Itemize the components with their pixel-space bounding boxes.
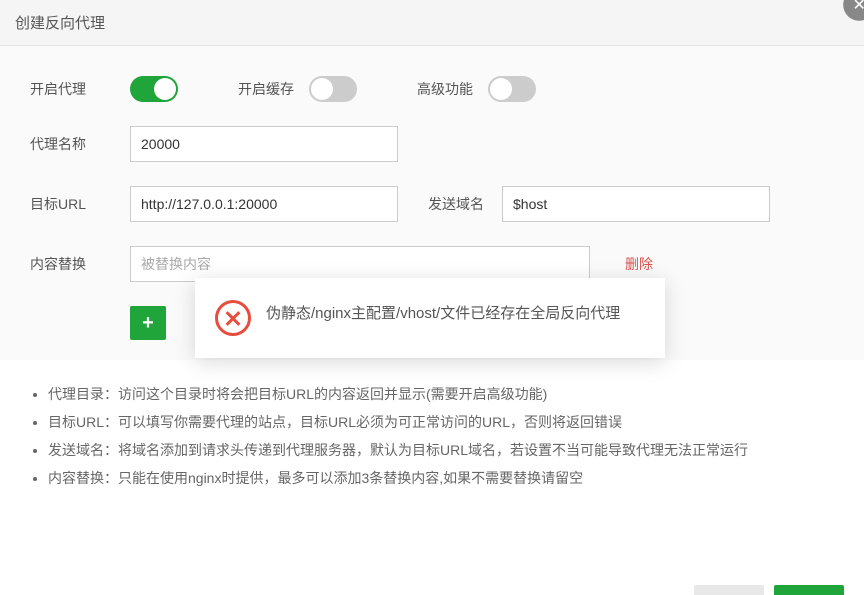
cancel-button[interactable] — [694, 585, 764, 595]
toggle-knob — [311, 78, 333, 100]
dialog-title: 创建反向代理 — [0, 0, 864, 46]
delete-link[interactable]: 删除 — [625, 254, 653, 274]
proxy-name-label: 代理名称 — [30, 134, 130, 154]
enable-cache-label: 开启缓存 — [238, 79, 294, 99]
help-item: 目标URL：可以填写你需要代理的站点，目标URL必须为可正常访问的URL，否则将… — [48, 408, 834, 436]
toggle-knob — [490, 78, 512, 100]
help-item: 内容替换：只能在使用nginx时提供，最多可以添加3条替换内容,如果不需要替换请… — [48, 464, 834, 492]
help-item: 发送域名：将域名添加到请求头传递到代理服务器，默认为目标URL域名，若设置不当可… — [48, 436, 834, 464]
content-replace-input[interactable] — [130, 246, 590, 282]
enable-proxy-toggle[interactable] — [130, 76, 178, 102]
plus-icon: + — [142, 312, 154, 335]
proxy-name-input[interactable] — [130, 126, 398, 162]
add-button[interactable]: + — [130, 306, 166, 340]
error-message: 伪静态/nginx主配置/vhost/文件已经存在全局反向代理 — [266, 300, 620, 336]
target-url-label: 目标URL — [30, 194, 130, 214]
error-popup: 伪静态/nginx主配置/vhost/文件已经存在全局反向代理 — [195, 278, 665, 358]
enable-cache-toggle[interactable] — [309, 76, 357, 102]
enable-proxy-label: 开启代理 — [30, 79, 130, 99]
send-domain-input[interactable] — [502, 186, 770, 222]
target-url-input[interactable] — [130, 186, 398, 222]
send-domain-label: 发送域名 — [428, 194, 484, 214]
help-item: 代理目录：访问这个目录时将会把目标URL的内容返回并显示(需要开启高级功能) — [48, 380, 834, 408]
advanced-label: 高级功能 — [417, 79, 473, 99]
error-icon — [215, 300, 251, 336]
toggle-knob — [154, 78, 176, 100]
content-replace-label: 内容替换 — [30, 254, 130, 274]
help-area: 代理目录：访问这个目录时将会把目标URL的内容返回并显示(需要开启高级功能) 目… — [0, 360, 864, 512]
close-icon: ✕ — [852, 0, 864, 15]
footer-buttons — [694, 585, 844, 595]
submit-button[interactable] — [774, 585, 844, 595]
advanced-toggle[interactable] — [488, 76, 536, 102]
